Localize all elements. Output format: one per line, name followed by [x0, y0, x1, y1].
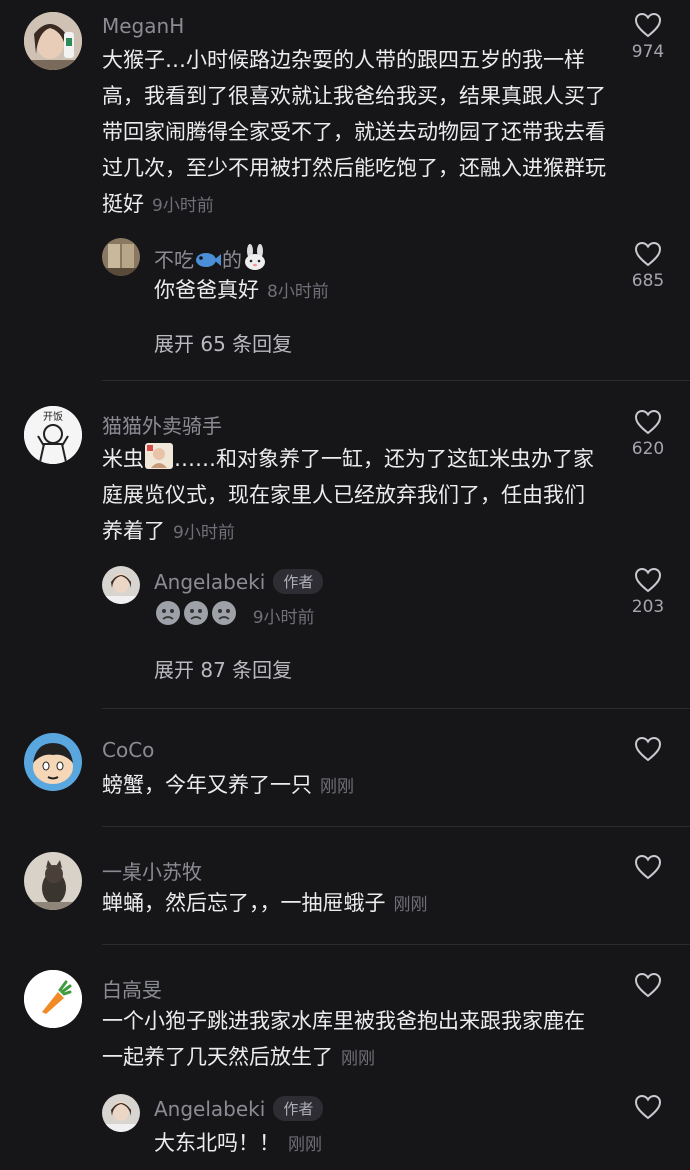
- timestamp: 9小时前: [173, 523, 235, 543]
- heart-icon: [634, 409, 662, 435]
- like-button[interactable]: 203: [618, 567, 678, 617]
- crying-face-icon: [212, 601, 236, 625]
- fish-icon: [196, 253, 221, 267]
- username[interactable]: 猫猫外卖骑手: [102, 410, 222, 439]
- reply-text: 9小时前: [154, 598, 315, 636]
- username-text: Angelabeki: [154, 1097, 266, 1121]
- like-button[interactable]: 685: [618, 241, 678, 291]
- like-count: 974: [631, 42, 665, 62]
- like-count: 203: [631, 597, 665, 617]
- reply-username[interactable]: Angelabeki 作者: [154, 1096, 324, 1121]
- divider: [102, 944, 690, 945]
- like-button[interactable]: [618, 1094, 678, 1120]
- comment-text-content: 蝉蛹，然后忘了，，一抽屉蛾子: [102, 891, 386, 915]
- username[interactable]: 白高旻: [102, 974, 162, 1003]
- timestamp: 刚刚: [341, 1049, 375, 1069]
- timestamp: 刚刚: [288, 1135, 322, 1155]
- comment-text: 米虫 ……和对象养了一缸，还为了这缸米虫办了家庭展览仪式，现在家里人已经放弃我们了…: [102, 441, 602, 551]
- rabbit-icon: [245, 244, 265, 270]
- timestamp: 刚刚: [393, 895, 428, 915]
- timestamp: 刚刚: [320, 777, 354, 797]
- comment-text: 大猴子…小时候路边杂耍的人带的跟四五岁的我一样高，我看到了很喜欢就让我爸给我买，…: [102, 42, 612, 224]
- like-button[interactable]: 974: [618, 12, 678, 62]
- comment-text: 一个小狍子跳进我家水库里被我爸抱出来跟我家鹿在一起养了几天然后放生了 刚刚: [102, 1003, 602, 1077]
- author-badge: 作者: [273, 569, 324, 594]
- username[interactable]: 一桌小苏牧: [102, 856, 202, 885]
- expand-replies-button[interactable]: 展开 87 条回复: [154, 654, 292, 683]
- comment-text-content: 大猴子…小时候路边杂耍的人带的跟四五岁的我一样高，我看到了很喜欢就让我爸给我买，…: [102, 48, 606, 216]
- avatar[interactable]: [102, 238, 140, 276]
- heart-icon: [634, 972, 662, 998]
- username[interactable]: CoCo: [102, 738, 154, 762]
- avatar[interactable]: [24, 12, 82, 70]
- emoji-group: [154, 601, 245, 628]
- username-part: 的: [222, 248, 242, 272]
- like-button[interactable]: [618, 736, 678, 762]
- reply-username[interactable]: 不吃 的: [154, 243, 268, 273]
- avatar[interactable]: [24, 733, 82, 791]
- avatar-text: 开饭: [43, 411, 63, 423]
- avatar[interactable]: [24, 852, 82, 910]
- like-button[interactable]: [618, 854, 678, 880]
- timestamp: 9小时前: [152, 196, 214, 216]
- expand-replies-button[interactable]: 展开 65 条回复: [154, 328, 292, 357]
- reply-text-content: 你爸爸真好: [154, 278, 259, 302]
- sticker-icon: [145, 443, 173, 469]
- reply-text: 你爸爸真好 8小时前: [154, 272, 329, 310]
- reply-text-content: 大东北吗！！: [154, 1131, 280, 1155]
- divider: [102, 380, 690, 381]
- author-badge: 作者: [273, 1096, 324, 1121]
- heart-icon: [634, 854, 662, 880]
- username-text: Angelabeki: [154, 570, 266, 594]
- username[interactable]: MeganH: [102, 14, 184, 38]
- heart-icon: [634, 1094, 662, 1120]
- like-count: 685: [631, 271, 665, 291]
- like-button[interactable]: 620: [618, 409, 678, 459]
- divider: [102, 826, 690, 827]
- heart-icon: [634, 736, 662, 762]
- reply-username[interactable]: Angelabeki 作者: [154, 569, 324, 594]
- timestamp: 9小时前: [252, 608, 315, 628]
- crying-face-icon: [184, 601, 208, 625]
- avatar[interactable]: [24, 970, 82, 1028]
- comment-text-content: 螃蟹，今年又养了一只: [102, 773, 312, 797]
- comment-text: 螃蟹，今年又养了一只 刚刚: [102, 767, 354, 805]
- avatar[interactable]: [102, 566, 140, 604]
- like-count: 620: [631, 439, 665, 459]
- reply-text: 大东北吗！！ 刚刚: [154, 1125, 322, 1163]
- like-button[interactable]: [618, 972, 678, 998]
- divider: [102, 708, 690, 709]
- comment-text-content: 米虫: [102, 447, 144, 471]
- username-part: 不吃: [154, 248, 194, 272]
- timestamp: 8小时前: [267, 282, 329, 302]
- heart-icon: [634, 12, 662, 38]
- comment-text: 蝉蛹，然后忘了，，一抽屉蛾子 刚刚: [102, 885, 428, 923]
- avatar[interactable]: 开饭: [24, 406, 82, 464]
- crying-face-icon: [156, 601, 180, 625]
- heart-icon: [634, 567, 662, 593]
- avatar[interactable]: [102, 1094, 140, 1132]
- heart-icon: [634, 241, 662, 267]
